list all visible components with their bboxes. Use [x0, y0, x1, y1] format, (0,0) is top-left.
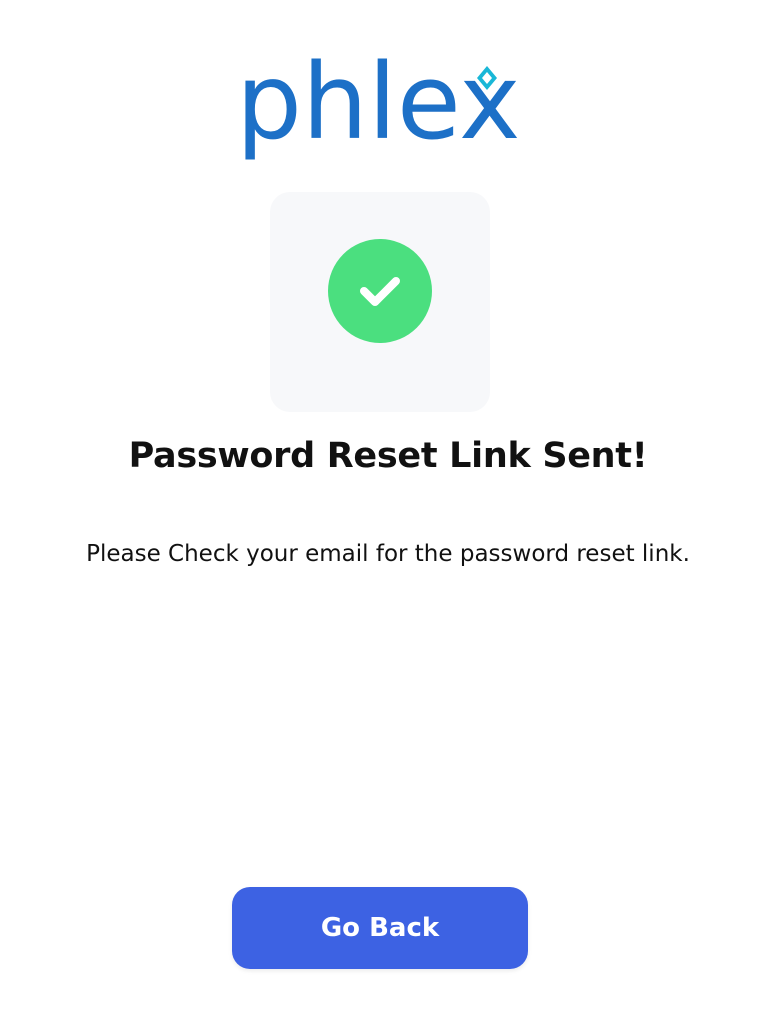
reset-message: Please Check your email for the password… [86, 541, 690, 567]
logo-text: phlex [236, 58, 521, 163]
phlex-logo: phlex [236, 58, 526, 168]
page-title: Password Reset Link Sent! [128, 436, 648, 476]
status-card [270, 192, 490, 412]
check-icon [328, 239, 432, 343]
go-back-button[interactable]: Go Back [232, 887, 528, 969]
